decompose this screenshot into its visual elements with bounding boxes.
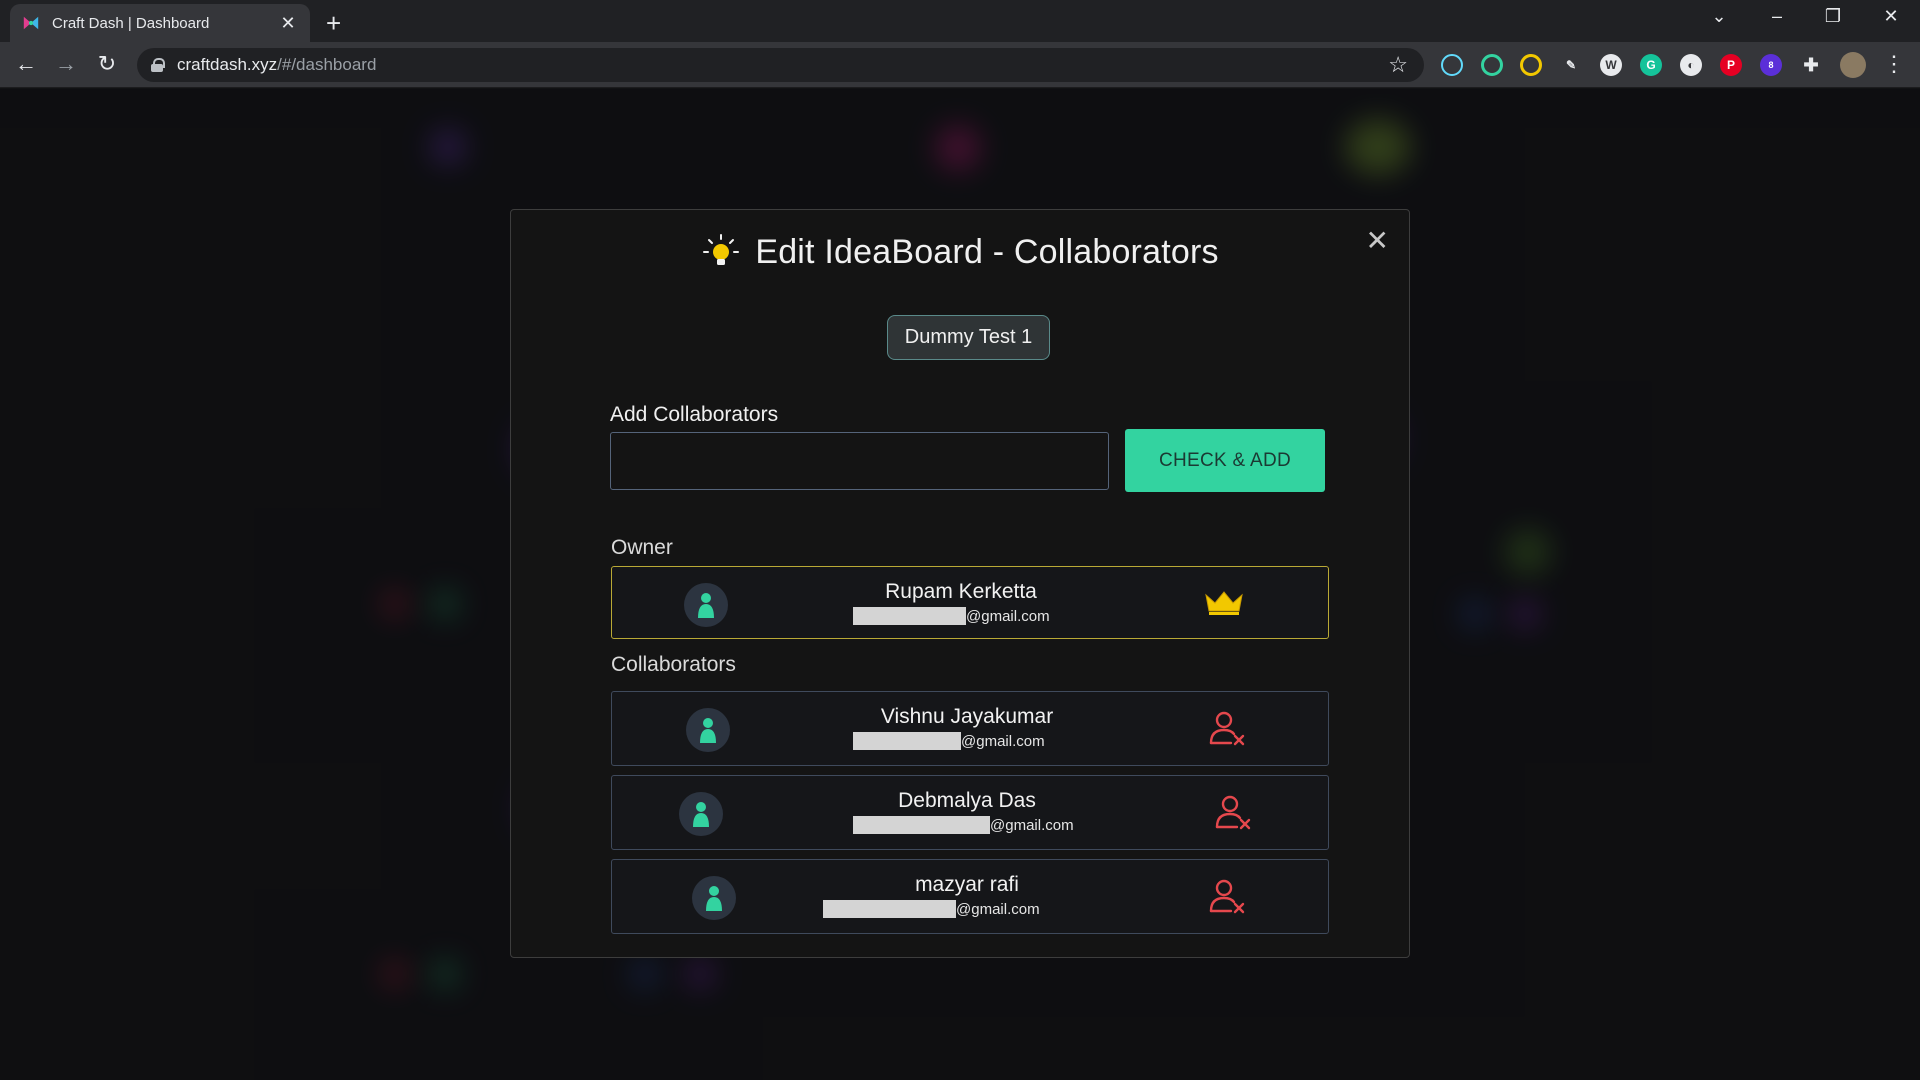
- grammarly-extension-icon[interactable]: G: [1640, 54, 1662, 76]
- purple-extension-icon[interactable]: 8: [1760, 54, 1782, 76]
- craftdash-logo-icon: [23, 16, 39, 30]
- collaborator-email: @gmail.com: [853, 816, 1074, 834]
- browser-tab-bar: Craft Dash | Dashboard ✕ + ⌄ – ❐ ✕: [0, 0, 1920, 42]
- back-button[interactable]: ←: [12, 51, 40, 77]
- remove-user-icon[interactable]: [1213, 792, 1253, 832]
- word-extension-icon[interactable]: W: [1600, 54, 1622, 76]
- pinterest-extension-icon[interactable]: P: [1720, 54, 1742, 76]
- add-collaborators-label: Add Collaborators: [610, 403, 779, 426]
- owner-card: Rupam Kerketta @gmail.com: [611, 566, 1329, 639]
- lock-icon[interactable]: [151, 58, 165, 72]
- collaborator-card: Debmalya Das @gmail.com: [611, 775, 1329, 850]
- new-tab-button[interactable]: +: [326, 8, 341, 39]
- remove-user-icon[interactable]: [1207, 708, 1247, 748]
- email-domain: @gmail.com: [990, 816, 1074, 834]
- url-path: /#/dashboard: [277, 55, 377, 74]
- extension-badge: 8: [1768, 60, 1774, 70]
- yellow-extension-icon[interactable]: [1520, 54, 1542, 76]
- redacted-email-block: [823, 900, 956, 918]
- tab-title: Craft Dash | Dashboard: [52, 14, 210, 32]
- crown-icon: [1205, 591, 1243, 615]
- minimize-button[interactable]: –: [1762, 6, 1792, 27]
- collaborator-email: @gmail.com: [853, 732, 1045, 750]
- owner-email: @gmail.com: [853, 607, 1050, 625]
- profile-avatar[interactable]: [1840, 52, 1866, 78]
- collaborator-card: Vishnu Jayakumar @gmail.com: [611, 691, 1329, 766]
- board-name-chip: Dummy Test 1: [887, 315, 1050, 360]
- edit-collaborators-modal: ✕ Edit IdeaBoard - Collaborators Dummy T…: [510, 209, 1410, 958]
- forward-button[interactable]: →: [52, 51, 80, 77]
- redacted-email-block: [853, 607, 966, 625]
- modal-header: Edit IdeaBoard - Collaborators: [511, 232, 1409, 272]
- redacted-email-block: [853, 732, 961, 750]
- lightbulb-icon: [703, 234, 740, 265]
- email-domain: @gmail.com: [961, 732, 1045, 750]
- target-extension-icon[interactable]: [1481, 54, 1503, 76]
- browser-menu-icon[interactable]: ⋮: [1880, 51, 1908, 77]
- browser-toolbar: ← → ↻ craftdash.xyz /#/dashboard ☆: [0, 42, 1920, 88]
- bookmark-star-icon[interactable]: ☆: [1388, 52, 1408, 78]
- react-devtools-extension-icon[interactable]: [1441, 54, 1463, 76]
- remove-user-icon[interactable]: [1207, 876, 1247, 916]
- browser-tab[interactable]: Craft Dash | Dashboard ✕: [10, 4, 310, 42]
- email-domain: @gmail.com: [966, 607, 1050, 625]
- collaborators-section-label: Collaborators: [611, 653, 736, 676]
- restore-button[interactable]: ❐: [1818, 6, 1848, 27]
- extensions-puzzle-icon[interactable]: ✚: [1800, 54, 1822, 76]
- reload-button[interactable]: ↻: [93, 51, 121, 77]
- tab-close-icon[interactable]: ✕: [278, 13, 298, 34]
- collaborator-card: mazyar rafi @gmail.com: [611, 859, 1329, 934]
- address-bar[interactable]: craftdash.xyz /#/dashboard ☆: [137, 48, 1424, 82]
- check-and-add-button[interactable]: CHECK & ADD: [1125, 429, 1325, 492]
- collaborator-email: @gmail.com: [823, 900, 1040, 918]
- owner-section-label: Owner: [611, 536, 673, 559]
- modal-title: Edit IdeaBoard - Collaborators: [755, 232, 1219, 271]
- pen-extension-icon[interactable]: ✎: [1560, 54, 1582, 76]
- window-close-button[interactable]: ✕: [1876, 6, 1906, 27]
- email-domain: @gmail.com: [956, 900, 1040, 918]
- circle-extension-icon[interactable]: ◐: [1680, 54, 1702, 76]
- redacted-email-block: [853, 816, 990, 834]
- url-host: craftdash.xyz: [177, 55, 278, 74]
- collaborator-email-input[interactable]: [610, 432, 1109, 490]
- tab-search-icon[interactable]: ⌄: [1704, 6, 1734, 27]
